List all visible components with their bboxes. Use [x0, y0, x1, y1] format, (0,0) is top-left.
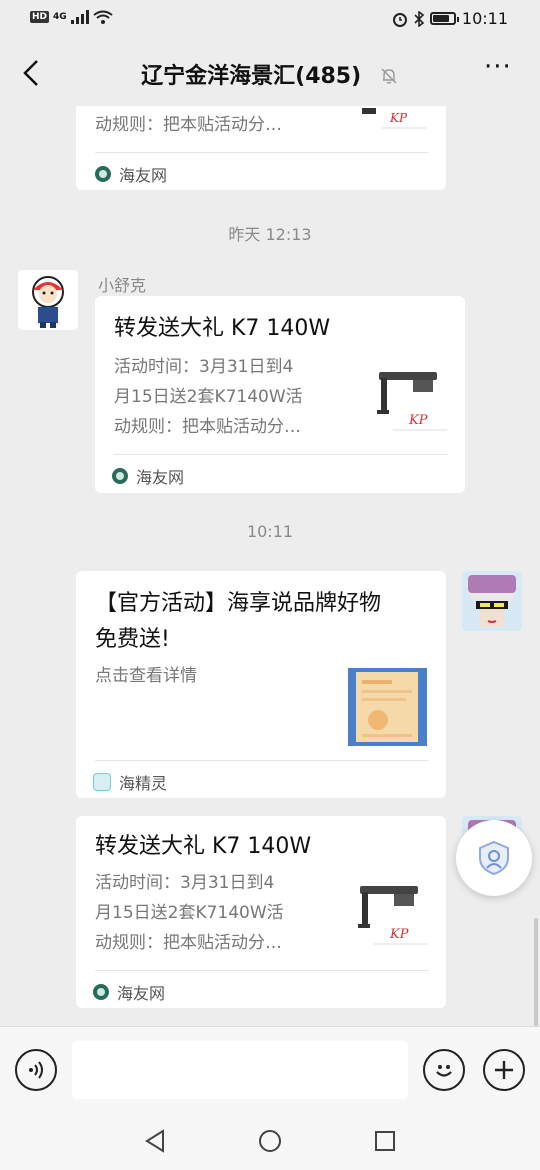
product-thumbnail: KP: [373, 364, 449, 436]
card-source: 海精灵: [93, 770, 167, 794]
source-logo-icon: [112, 468, 128, 484]
link-card-3[interactable]: 【官方活动】海享说品牌好物 免费送! 点击查看详情 海精灵: [76, 571, 446, 798]
card-source: 海友网: [112, 464, 184, 488]
product-thumbnail: KP: [358, 106, 428, 140]
nav-home-button[interactable]: [257, 1128, 283, 1154]
status-left: HD 4G: [30, 10, 113, 24]
avatar[interactable]: [18, 270, 78, 330]
card-title-line-1: 【官方活动】海享说品牌好物: [95, 591, 382, 616]
emoji-icon: [436, 1065, 452, 1077]
card-desc-line-1: 活动时间：3月31日到4: [95, 873, 275, 893]
network-label: 4G: [53, 12, 67, 22]
article-thumbnail: [348, 668, 427, 746]
emoji-button[interactable]: [423, 1049, 465, 1091]
product-thumbnail: KP: [354, 878, 430, 950]
nav-back-button[interactable]: [142, 1128, 168, 1154]
bell-slash-icon: [381, 68, 397, 84]
status-bar: HD 4G 10:11: [0, 0, 540, 40]
card-source: 海友网: [93, 980, 165, 1004]
link-card-4[interactable]: 转发送大礼 K7 140W 活动时间：3月31日到4 月15日送2套K7140W…: [76, 816, 446, 1008]
svg-text:KP: KP: [389, 111, 408, 125]
system-nav-bar: [0, 1112, 540, 1170]
timestamp: 昨天 12:13: [228, 225, 312, 244]
chat-header: 辽宁金洋海景汇(485) ···: [0, 40, 540, 106]
link-card-1[interactable]: 动规则：把本贴活动分… KP 海友网: [76, 106, 446, 190]
svg-text:KP: KP: [408, 413, 428, 428]
card-divider: [95, 152, 429, 153]
status-right: 10:11: [392, 9, 508, 28]
voice-button[interactable]: [15, 1049, 57, 1091]
wifi-icon: [93, 10, 113, 24]
floating-shield-button[interactable]: [456, 820, 532, 896]
sender-name: 小舒克: [98, 276, 147, 295]
chat-title-wrap: 辽宁金洋海景汇(485): [0, 58, 540, 90]
input-bar: [0, 1026, 540, 1112]
chat-title: 辽宁金洋海景汇(485): [141, 64, 362, 89]
more-button[interactable]: ···: [484, 54, 516, 82]
signal-icon: [70, 10, 89, 24]
alarm-icon: [392, 12, 407, 27]
card-desc-line-2: 月15日送2套K7140W活: [114, 387, 303, 407]
card-divider: [95, 760, 429, 761]
nav-recent-button[interactable]: [372, 1128, 398, 1154]
timestamp: 10:11: [246, 522, 294, 541]
hd-badge: HD: [30, 11, 50, 23]
card-title: 转发送大礼 K7 140W: [114, 316, 331, 341]
battery-icon: [429, 12, 459, 25]
card-desc-line-2: 月15日送2套K7140W活: [95, 903, 284, 923]
shield-icon: [479, 840, 509, 876]
card-title: 转发送大礼 K7 140W: [95, 834, 312, 859]
voice-icon: [29, 1061, 43, 1079]
card-divider: [114, 454, 448, 455]
card-source-label: 海友网: [136, 468, 185, 487]
card-desc-line: 动规则：把本贴活动分…: [95, 115, 282, 135]
card-source: 海友网: [95, 162, 167, 186]
avatar[interactable]: [462, 571, 522, 631]
card-source-label: 海友网: [119, 166, 168, 185]
link-card-2[interactable]: 转发送大礼 K7 140W 活动时间：3月31日到4 月15日送2套K7140W…: [95, 296, 465, 493]
square-recent-icon: [375, 1131, 395, 1151]
card-desc: 点击查看详情: [95, 666, 197, 686]
card-source-label: 海友网: [117, 984, 166, 1003]
card-divider: [95, 970, 429, 971]
card-title-line-2: 免费送!: [95, 627, 170, 652]
card-desc-line-3: 动规则：把本贴活动分…: [95, 933, 282, 953]
svg-text:KP: KP: [389, 927, 409, 942]
source-logo-icon: [95, 166, 111, 182]
status-time: 10:11: [461, 9, 508, 28]
scrollbar[interactable]: [534, 918, 538, 1028]
bluetooth-icon: [414, 10, 424, 27]
card-desc-line-3: 动规则：把本贴活动分…: [114, 417, 301, 437]
card-source-label: 海精灵: [119, 774, 168, 793]
app-logo-icon: [93, 773, 111, 791]
card-desc-line-1: 活动时间：3月31日到4: [114, 357, 294, 377]
plus-icon: [495, 1061, 513, 1079]
message-input[interactable]: [72, 1041, 408, 1099]
circle-home-icon: [259, 1130, 281, 1152]
source-logo-icon: [93, 984, 109, 1000]
triangle-back-icon: [145, 1129, 164, 1153]
message-list[interactable]: 动规则：把本贴活动分… KP 海友网 昨天 12:13 小舒克 转发送大礼 K7…: [0, 106, 540, 1026]
plus-button[interactable]: [483, 1049, 525, 1091]
